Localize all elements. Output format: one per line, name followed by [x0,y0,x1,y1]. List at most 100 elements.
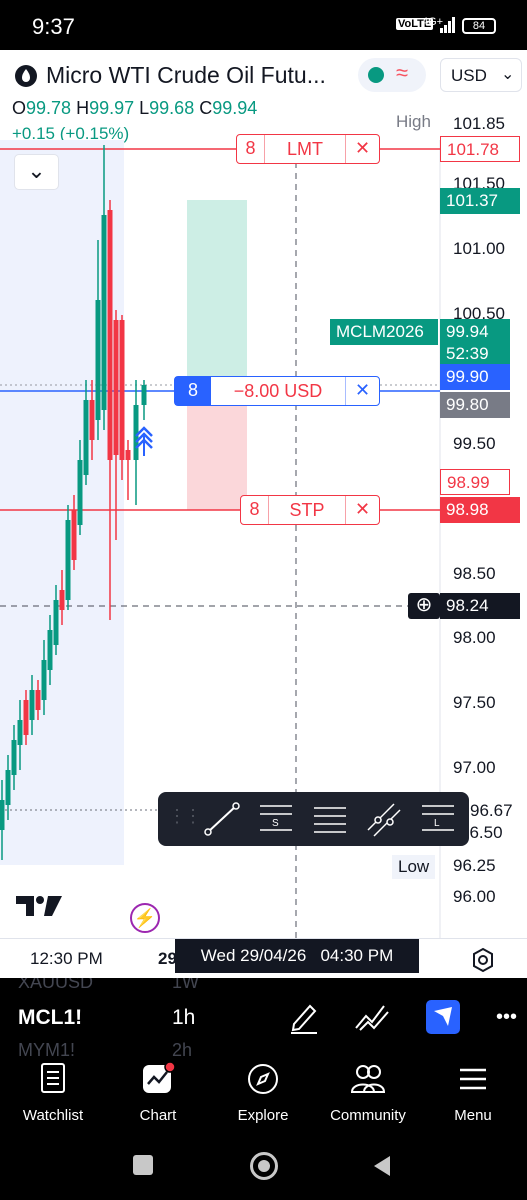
candle-body [29,690,35,720]
chart-icon [143,1061,176,1093]
signal-icon [440,17,455,33]
add-alert-icon[interactable]: ⊕ [408,593,440,619]
drawing-toolbar: ⋮⋮ S L [158,792,469,846]
candle-body [59,590,65,610]
stop-qty: 8 [241,496,269,524]
recents-icon[interactable] [133,1155,153,1175]
svg-text:L: L [434,818,440,829]
menu-icon [460,1068,486,1090]
currency-select[interactable]: USD ⌄ [440,58,522,92]
status-pill[interactable]: ≈ [358,58,426,92]
nav-label-community: Community [330,1107,406,1124]
green-price-tag: 101.37 [440,188,520,214]
nav-explore[interactable]: Explore [218,1062,308,1124]
candle-body [71,510,77,560]
candle-body [83,400,89,475]
nav-label-explore: Explore [237,1107,289,1124]
horizontal-lines-icon[interactable] [310,800,350,838]
position-price-tag: 99.90 [440,364,510,390]
nav-menu[interactable]: Menu [428,1062,518,1124]
nav-watchlist[interactable]: Watchlist [8,1062,98,1124]
more-icon[interactable]: ••• [496,1006,517,1029]
candle-body [53,600,59,645]
pencil-icon[interactable] [288,1000,320,1034]
crosshair-time-tag: Wed 29/04/26 04:30 PM [175,939,419,973]
low-marker-label: Low [392,855,436,879]
grey-price-tag: 99.80 [440,392,510,418]
profit-zone [187,200,247,390]
low-label: L [139,98,150,118]
currency-label: USD [451,66,487,85]
stop-outline-tag: 98.99 [440,469,510,495]
tick-98-50: 98.50 [453,564,496,583]
high-value: 99.97 [89,98,135,118]
system-navigation [0,1140,527,1200]
parallel-channel-icon[interactable] [364,800,404,838]
tick-97-00: 97.00 [453,758,496,777]
limit-qty: 8 [237,135,265,163]
close-icon[interactable]: ✕ [345,496,379,524]
candle-body [5,770,11,805]
candle-body [125,450,131,460]
nav-chart[interactable]: Chart [113,1061,203,1124]
stop-label: STP [289,499,325,520]
oil-drop-icon [15,65,37,87]
open-label: O [12,98,27,118]
ghost-interval-bottom: 2h [172,1040,193,1058]
close-icon[interactable]: ✕ [345,377,379,405]
tick-99-50: 99.50 [453,434,496,453]
tradingview-logo [16,896,62,916]
candle-body [141,385,147,405]
ghost-symbol-bottom: MYM1! [18,1040,76,1058]
support-line-icon[interactable]: S [256,800,296,838]
candle-body [95,300,101,420]
candle-body [11,740,17,775]
nav-label-watchlist: Watchlist [22,1107,84,1124]
candle-body [41,660,47,700]
interval-selector[interactable]: 1h [172,1006,195,1030]
time-axis: 12:30 PM 29 Wed 29/04/26 04:30 PM [0,938,527,978]
market-open-icon [368,67,384,83]
settings-icon[interactable] [470,947,496,973]
drag-handle-icon[interactable]: ⋮⋮ [168,806,202,827]
lightning-icon[interactable]: ⚡ [130,903,160,933]
symbol-selector[interactable]: MCL1! [18,1006,82,1030]
symbol-picker-row: XAUUSD 1W MCL1! 1h MYM1! 2h ••• [0,978,527,1058]
candle-body [65,520,71,600]
crosshair-price-tag: 98.24 [440,593,520,619]
loss-zone [187,390,247,510]
position-pnl: −8.00 USD [233,380,323,401]
open-value: 99.78 [26,98,72,118]
svg-text:S: S [272,818,279,829]
candle-body [101,215,107,410]
indicators-icon[interactable] [354,1002,390,1032]
nav-community[interactable]: Community [323,1062,413,1124]
time-label-left: 12:30 PM [30,949,103,968]
trend-line-icon[interactable] [202,800,242,838]
tick-98-00: 98.00 [453,628,496,647]
candle-body [23,700,29,735]
back-icon[interactable] [370,1154,394,1178]
candle-body [119,320,125,460]
candle-body [17,720,23,745]
ghost-interval-top: 1W [172,978,199,992]
limit-price-tag: 101.78 [440,136,520,162]
collapse-legend-button[interactable]: ⌄ [14,154,59,190]
high-marker-label: High [396,112,431,131]
stop-price-tag: 98.98 [440,497,520,523]
stop-order-label[interactable]: 8 STP ✕ [240,495,380,525]
limit-order-label[interactable]: 8 LMT ✕ [236,134,380,164]
close-icon[interactable]: ✕ [345,135,379,163]
status-time: 9:37 [32,14,75,39]
trade-panel-icon[interactable] [426,1000,460,1034]
level-line-icon[interactable]: L [418,800,458,838]
symbol-title[interactable]: Micro WTI Crude Oil Futu... [46,62,326,89]
home-icon[interactable] [250,1152,278,1180]
candle-body [113,320,119,455]
close-value: 99.94 [212,98,258,118]
position-label[interactable]: 8 −8.00 USD ✕ [174,376,380,406]
high-marker-value: 101.85 [453,114,505,133]
high-label: H [76,98,90,118]
low-value: 99.68 [149,98,195,118]
delayed-icon: ≈ [396,60,409,85]
